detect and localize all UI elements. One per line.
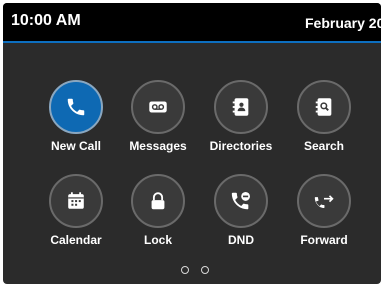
messages-circle [131,80,185,134]
forward-circle [297,174,351,228]
call-forward-icon [314,195,334,209]
search-directory-icon [315,98,332,116]
calendar-label: Calendar [50,233,102,247]
page-dot-1[interactable] [181,266,189,274]
lock-button[interactable]: Lock [120,174,196,258]
lock-icon [151,192,165,210]
messages-button[interactable]: Messages [120,80,196,164]
home-app-grid: New Call Messages Directories Search Cal… [3,3,381,284]
dnd-button[interactable]: DND [203,174,279,258]
phone-screen: 10:00 AM February 20 New Call Messages D… [3,3,381,284]
calendar-icon [68,192,84,209]
phone-handset-icon [67,98,85,116]
page-indicator [181,266,211,278]
lock-circle [131,174,185,228]
directories-circle [214,80,268,134]
search-circle [297,80,351,134]
dnd-circle [214,174,268,228]
voicemail-icon [149,101,167,113]
search-label: Search [303,139,345,153]
dnd-label: DND [228,233,254,247]
new-call-circle [49,80,103,134]
directories-label: Directories [209,139,273,153]
directories-button[interactable]: Directories [203,80,279,164]
new-call-label: New Call [50,139,101,153]
forward-button[interactable]: Forward [286,174,362,258]
new-call-button[interactable]: New Call [38,80,114,164]
calendar-circle [49,174,103,228]
contact-directory-icon [232,98,249,116]
forward-label: Forward [300,233,348,247]
page-dot-2[interactable] [201,266,209,274]
calendar-button[interactable]: Calendar [38,174,114,258]
messages-label: Messages [129,139,187,153]
search-button[interactable]: Search [286,80,362,164]
do-not-disturb-icon [231,192,250,210]
lock-label: Lock [143,233,172,247]
